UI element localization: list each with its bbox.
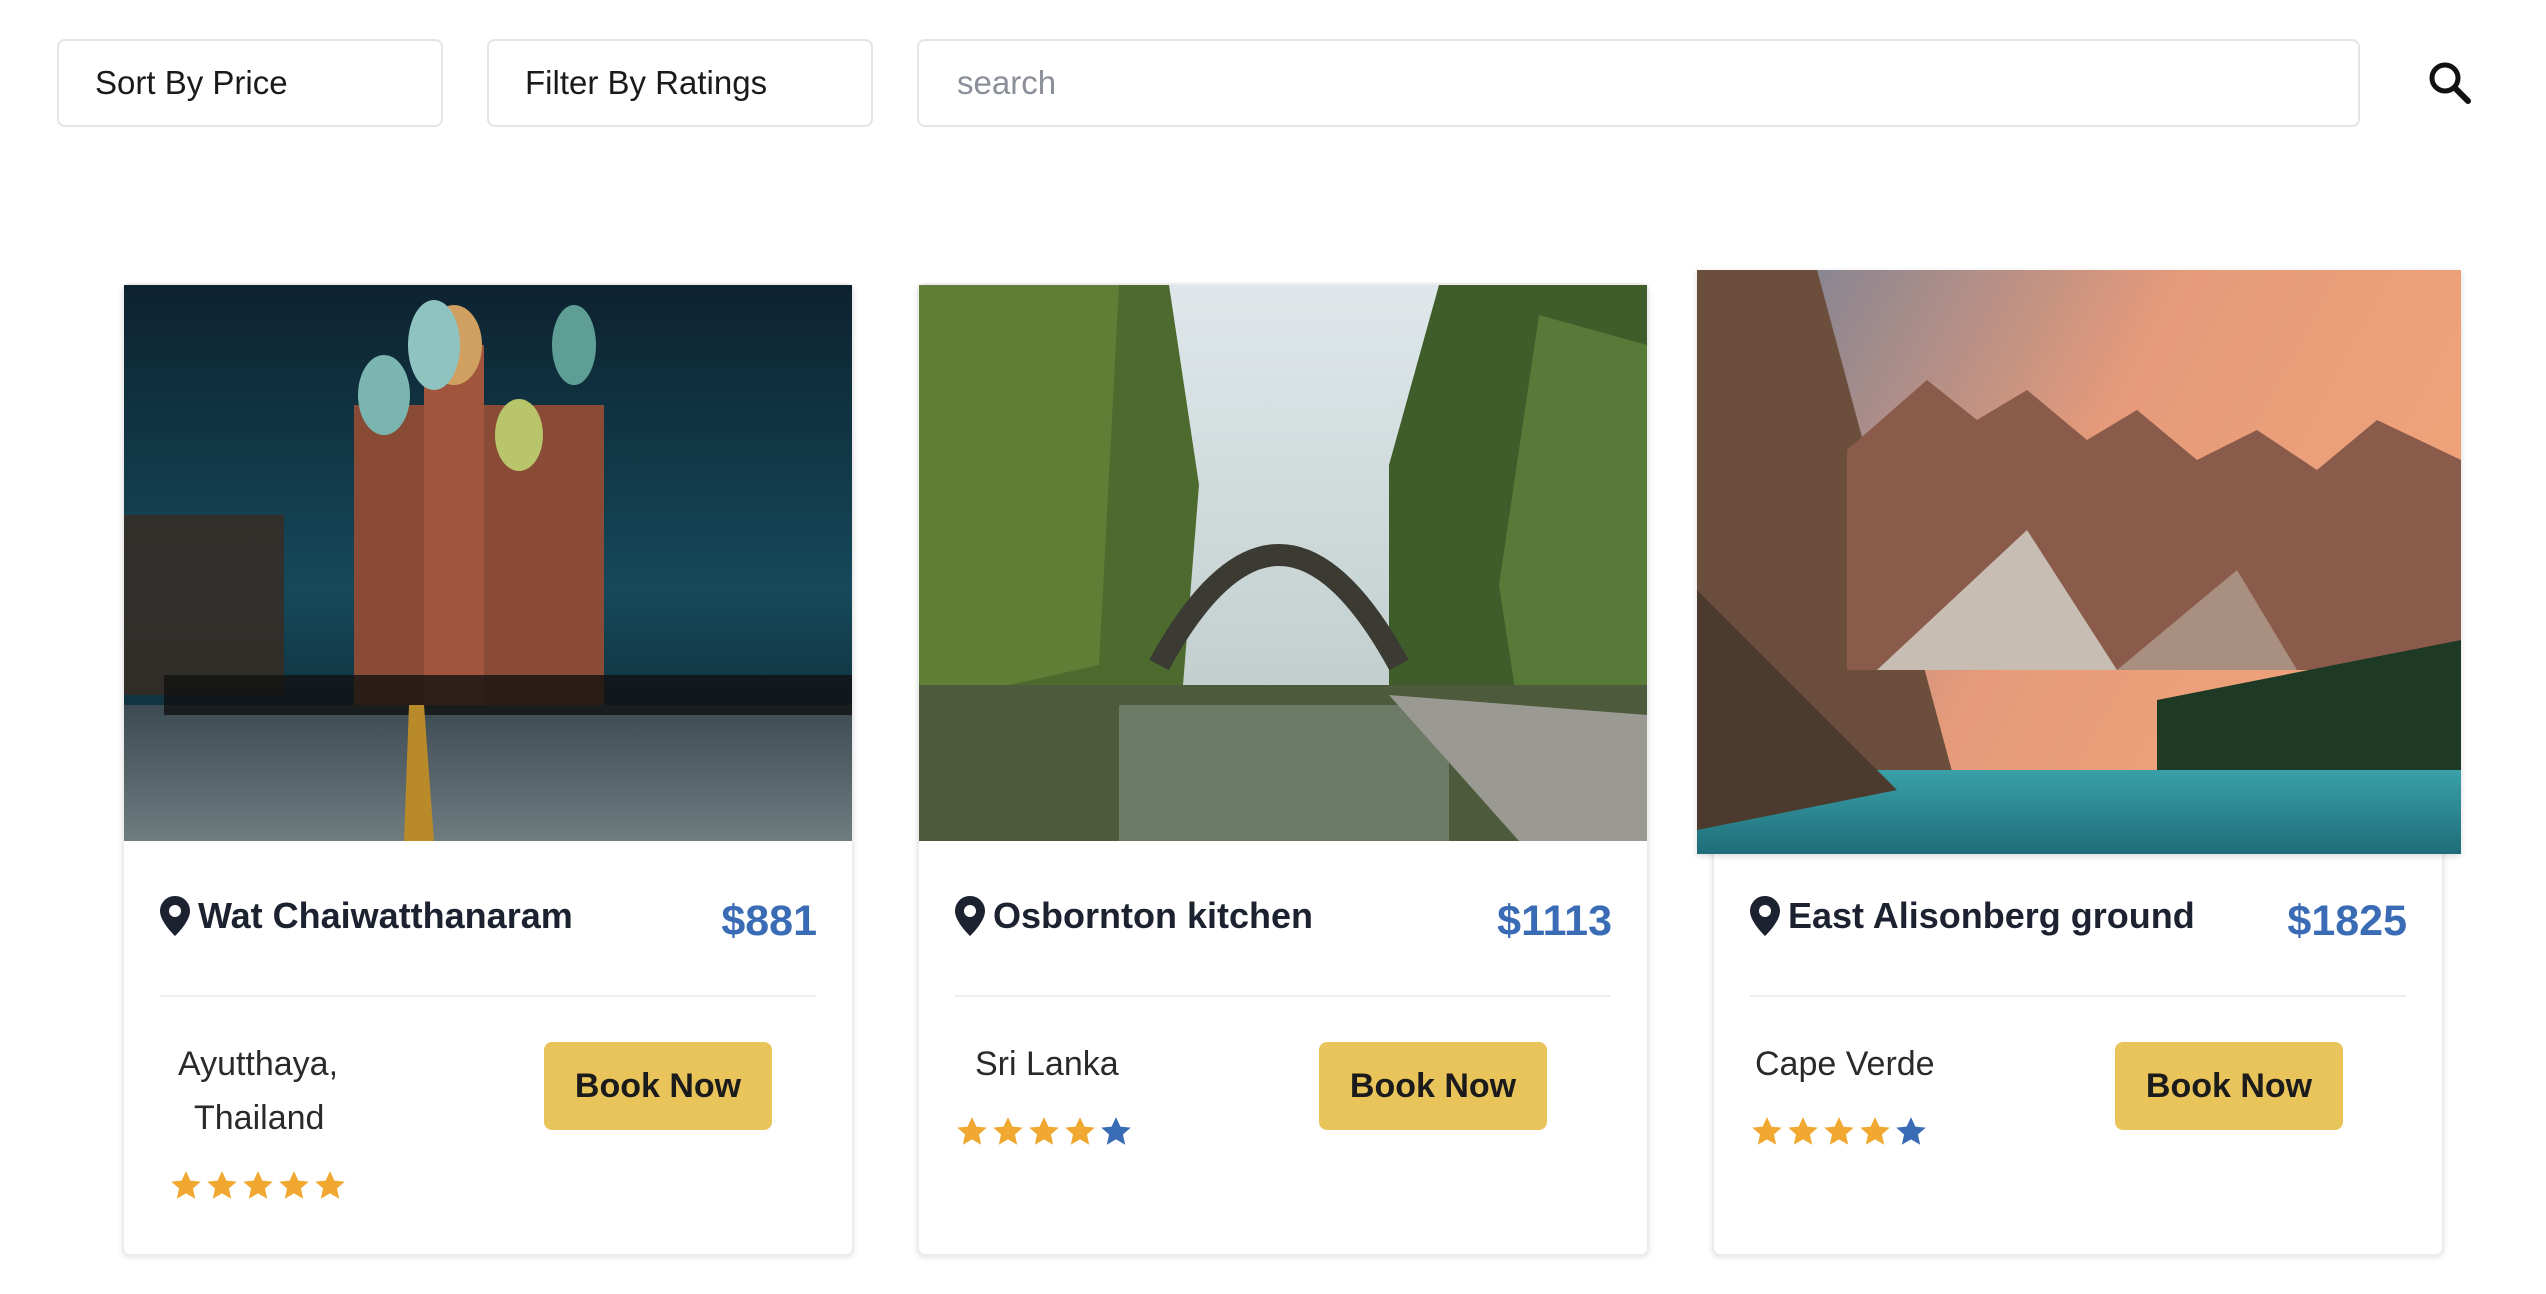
destination-price: $881 <box>721 897 817 945</box>
search-input[interactable] <box>955 63 2322 103</box>
book-now-button[interactable]: Book Now <box>544 1042 772 1130</box>
star-filled-icon <box>315 1171 345 1199</box>
star-filled-icon <box>1824 1117 1854 1145</box>
destination-name: Osbornton kitchen <box>993 895 1314 936</box>
star-filled-icon <box>1029 1117 1059 1145</box>
search-box[interactable] <box>917 39 2360 127</box>
destination-price: $1113 <box>1497 897 1612 945</box>
destination-name: East Alisonberg ground <box>1788 895 2195 936</box>
location-line-1: Ayutthaya, <box>178 1045 339 1083</box>
destination-location: Cape Verde <box>1755 1037 1935 1091</box>
book-now-button[interactable]: Book Now <box>2115 1042 2343 1130</box>
destination-location: Sri Lanka <box>975 1037 1119 1091</box>
destination-location: Ayutthaya, Thailand <box>178 1037 338 1145</box>
star-filled-icon <box>1065 1117 1095 1145</box>
location-line-1: Cape Verde <box>1755 1045 1935 1083</box>
destination-card: Wat Chaiwatthanaram $881 Ayutthaya, Thai… <box>122 283 854 1256</box>
destination-price: $1825 <box>2287 897 2407 945</box>
card-divider <box>160 995 816 997</box>
card-image <box>1697 270 2461 854</box>
star-filled-icon <box>1752 1117 1782 1145</box>
star-filled-icon <box>279 1171 309 1199</box>
star-filled-icon <box>993 1117 1023 1145</box>
location-pin-icon <box>160 896 190 936</box>
star-filled-icon <box>243 1171 273 1199</box>
star-empty-icon <box>1896 1117 1926 1145</box>
card-image <box>919 285 1647 841</box>
star-filled-icon <box>171 1171 201 1199</box>
location-pin-icon <box>955 896 985 936</box>
search-icon[interactable] <box>2425 58 2475 108</box>
card-divider <box>1750 995 2406 997</box>
sort-by-price-dropdown[interactable]: Sort By Price <box>57 39 443 127</box>
star-filled-icon <box>1860 1117 1890 1145</box>
star-filled-icon <box>207 1171 237 1199</box>
location-pin-icon <box>1750 896 1780 936</box>
star-rating <box>169 1169 347 1203</box>
destination-name: Wat Chaiwatthanaram <box>198 895 573 936</box>
star-filled-icon <box>957 1117 987 1145</box>
filter-by-ratings-dropdown[interactable]: Filter By Ratings <box>487 39 873 127</box>
star-filled-icon <box>1788 1117 1818 1145</box>
book-now-button[interactable]: Book Now <box>1319 1042 1547 1130</box>
filter-label: Filter By Ratings <box>525 64 768 101</box>
star-rating <box>955 1115 1133 1149</box>
destination-card: Osbornton kitchen $1113 Sri Lanka Book N… <box>917 283 1649 1256</box>
star-rating <box>1750 1115 1928 1149</box>
location-line-2: Thailand <box>194 1099 325 1137</box>
star-empty-icon <box>1101 1117 1131 1145</box>
card-divider <box>955 995 1611 997</box>
location-line-1: Sri Lanka <box>975 1045 1119 1083</box>
sort-label: Sort By Price <box>95 64 288 101</box>
card-image <box>124 285 852 841</box>
